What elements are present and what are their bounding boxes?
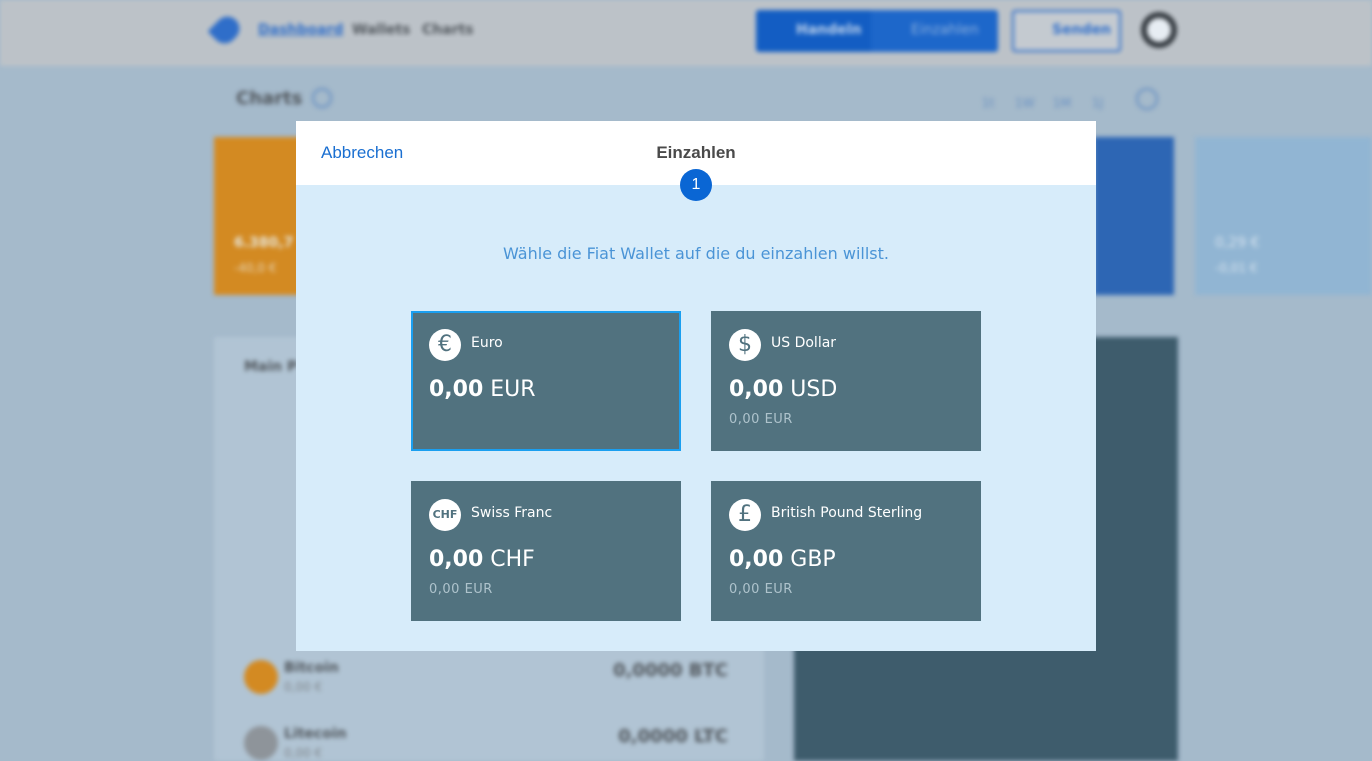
step-indicator: 1 xyxy=(680,169,712,201)
wallet-name: US Dollar xyxy=(771,335,837,351)
instruction-text: Wähle die Fiat Wallet auf die du einzahl… xyxy=(503,244,889,263)
wallet-card-eur[interactable]: € Euro 0,00 EUR xyxy=(411,311,681,451)
euro-icon: € xyxy=(429,329,461,361)
wallet-card-chf[interactable]: CHF Swiss Franc 0,00 CHF 0,00 EUR xyxy=(411,481,681,621)
wallet-balance: 0,00 EUR xyxy=(429,377,536,402)
wallet-fiat-value: 0,00 EUR xyxy=(729,582,793,597)
balance-amount: 0,00 xyxy=(429,547,484,572)
balance-currency: USD xyxy=(790,377,838,402)
wallet-fiat-value: 0,00 EUR xyxy=(429,582,493,597)
pound-icon: £ xyxy=(729,499,761,531)
balance-currency: CHF xyxy=(490,547,535,572)
wallet-name: Euro xyxy=(471,335,503,351)
dollar-icon: $ xyxy=(729,329,761,361)
wallet-balance: 0,00 USD xyxy=(729,377,837,402)
deposit-modal: Abbrechen Einzahlen 1 Wähle die Fiat Wal… xyxy=(296,121,1096,651)
balance-amount: 0,00 xyxy=(729,547,784,572)
wallet-fiat-value: 0,00 EUR xyxy=(729,412,793,427)
balance-amount: 0,00 xyxy=(729,377,784,402)
wallet-card-usd[interactable]: $ US Dollar 0,00 USD 0,00 EUR xyxy=(711,311,981,451)
wallet-card-gbp[interactable]: £ British Pound Sterling 0,00 GBP 0,00 E… xyxy=(711,481,981,621)
balance-currency: EUR xyxy=(490,377,536,402)
wallet-balance: 0,00 GBP xyxy=(729,547,836,572)
modal-title: Einzahlen xyxy=(656,143,736,162)
balance-amount: 0,00 xyxy=(429,377,484,402)
balance-currency: GBP xyxy=(790,547,836,572)
wallet-name: Swiss Franc xyxy=(471,505,553,521)
chf-icon: CHF xyxy=(429,499,461,531)
wallet-name: British Pound Sterling xyxy=(771,505,923,521)
wallet-balance: 0,00 CHF xyxy=(429,547,535,572)
